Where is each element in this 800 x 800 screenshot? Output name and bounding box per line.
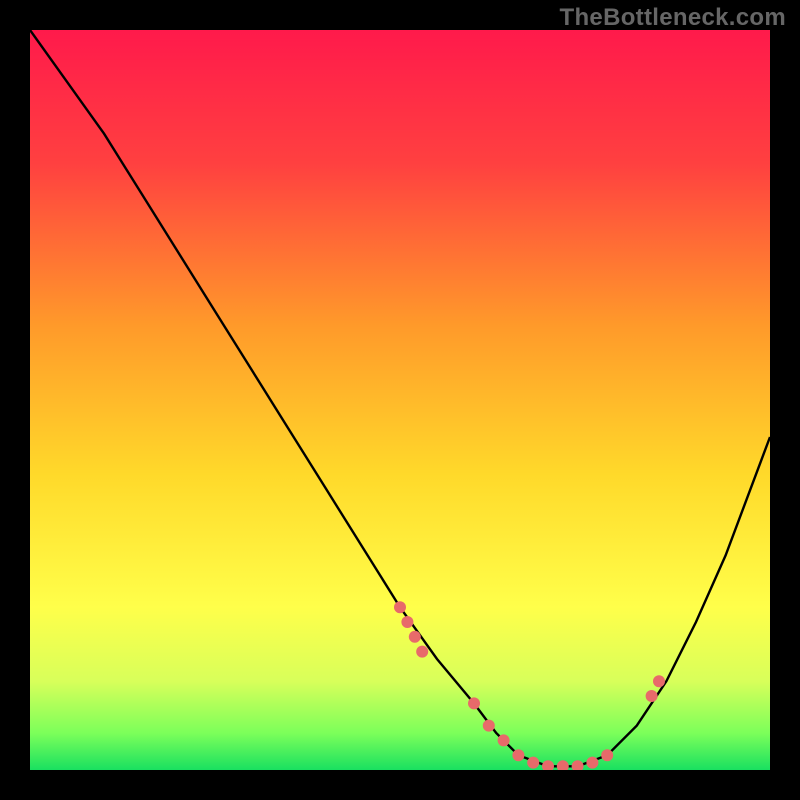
highlight-dot	[586, 757, 598, 769]
gradient-background	[30, 30, 770, 770]
highlight-dot	[409, 631, 421, 643]
highlight-dot	[498, 734, 510, 746]
plot-area	[30, 30, 770, 770]
highlight-dot	[483, 720, 495, 732]
highlight-dot	[601, 749, 613, 761]
highlight-dot	[416, 646, 428, 658]
highlight-dot	[527, 757, 539, 769]
highlight-dot	[394, 601, 406, 613]
highlight-dot	[653, 675, 665, 687]
chart-svg	[30, 30, 770, 770]
watermark-text: TheBottleneck.com	[560, 4, 786, 32]
highlight-dot	[512, 749, 524, 761]
highlight-dot	[468, 697, 480, 709]
highlight-dot	[401, 616, 413, 628]
highlight-dot	[646, 690, 658, 702]
chart-frame: TheBottleneck.com	[0, 0, 800, 800]
